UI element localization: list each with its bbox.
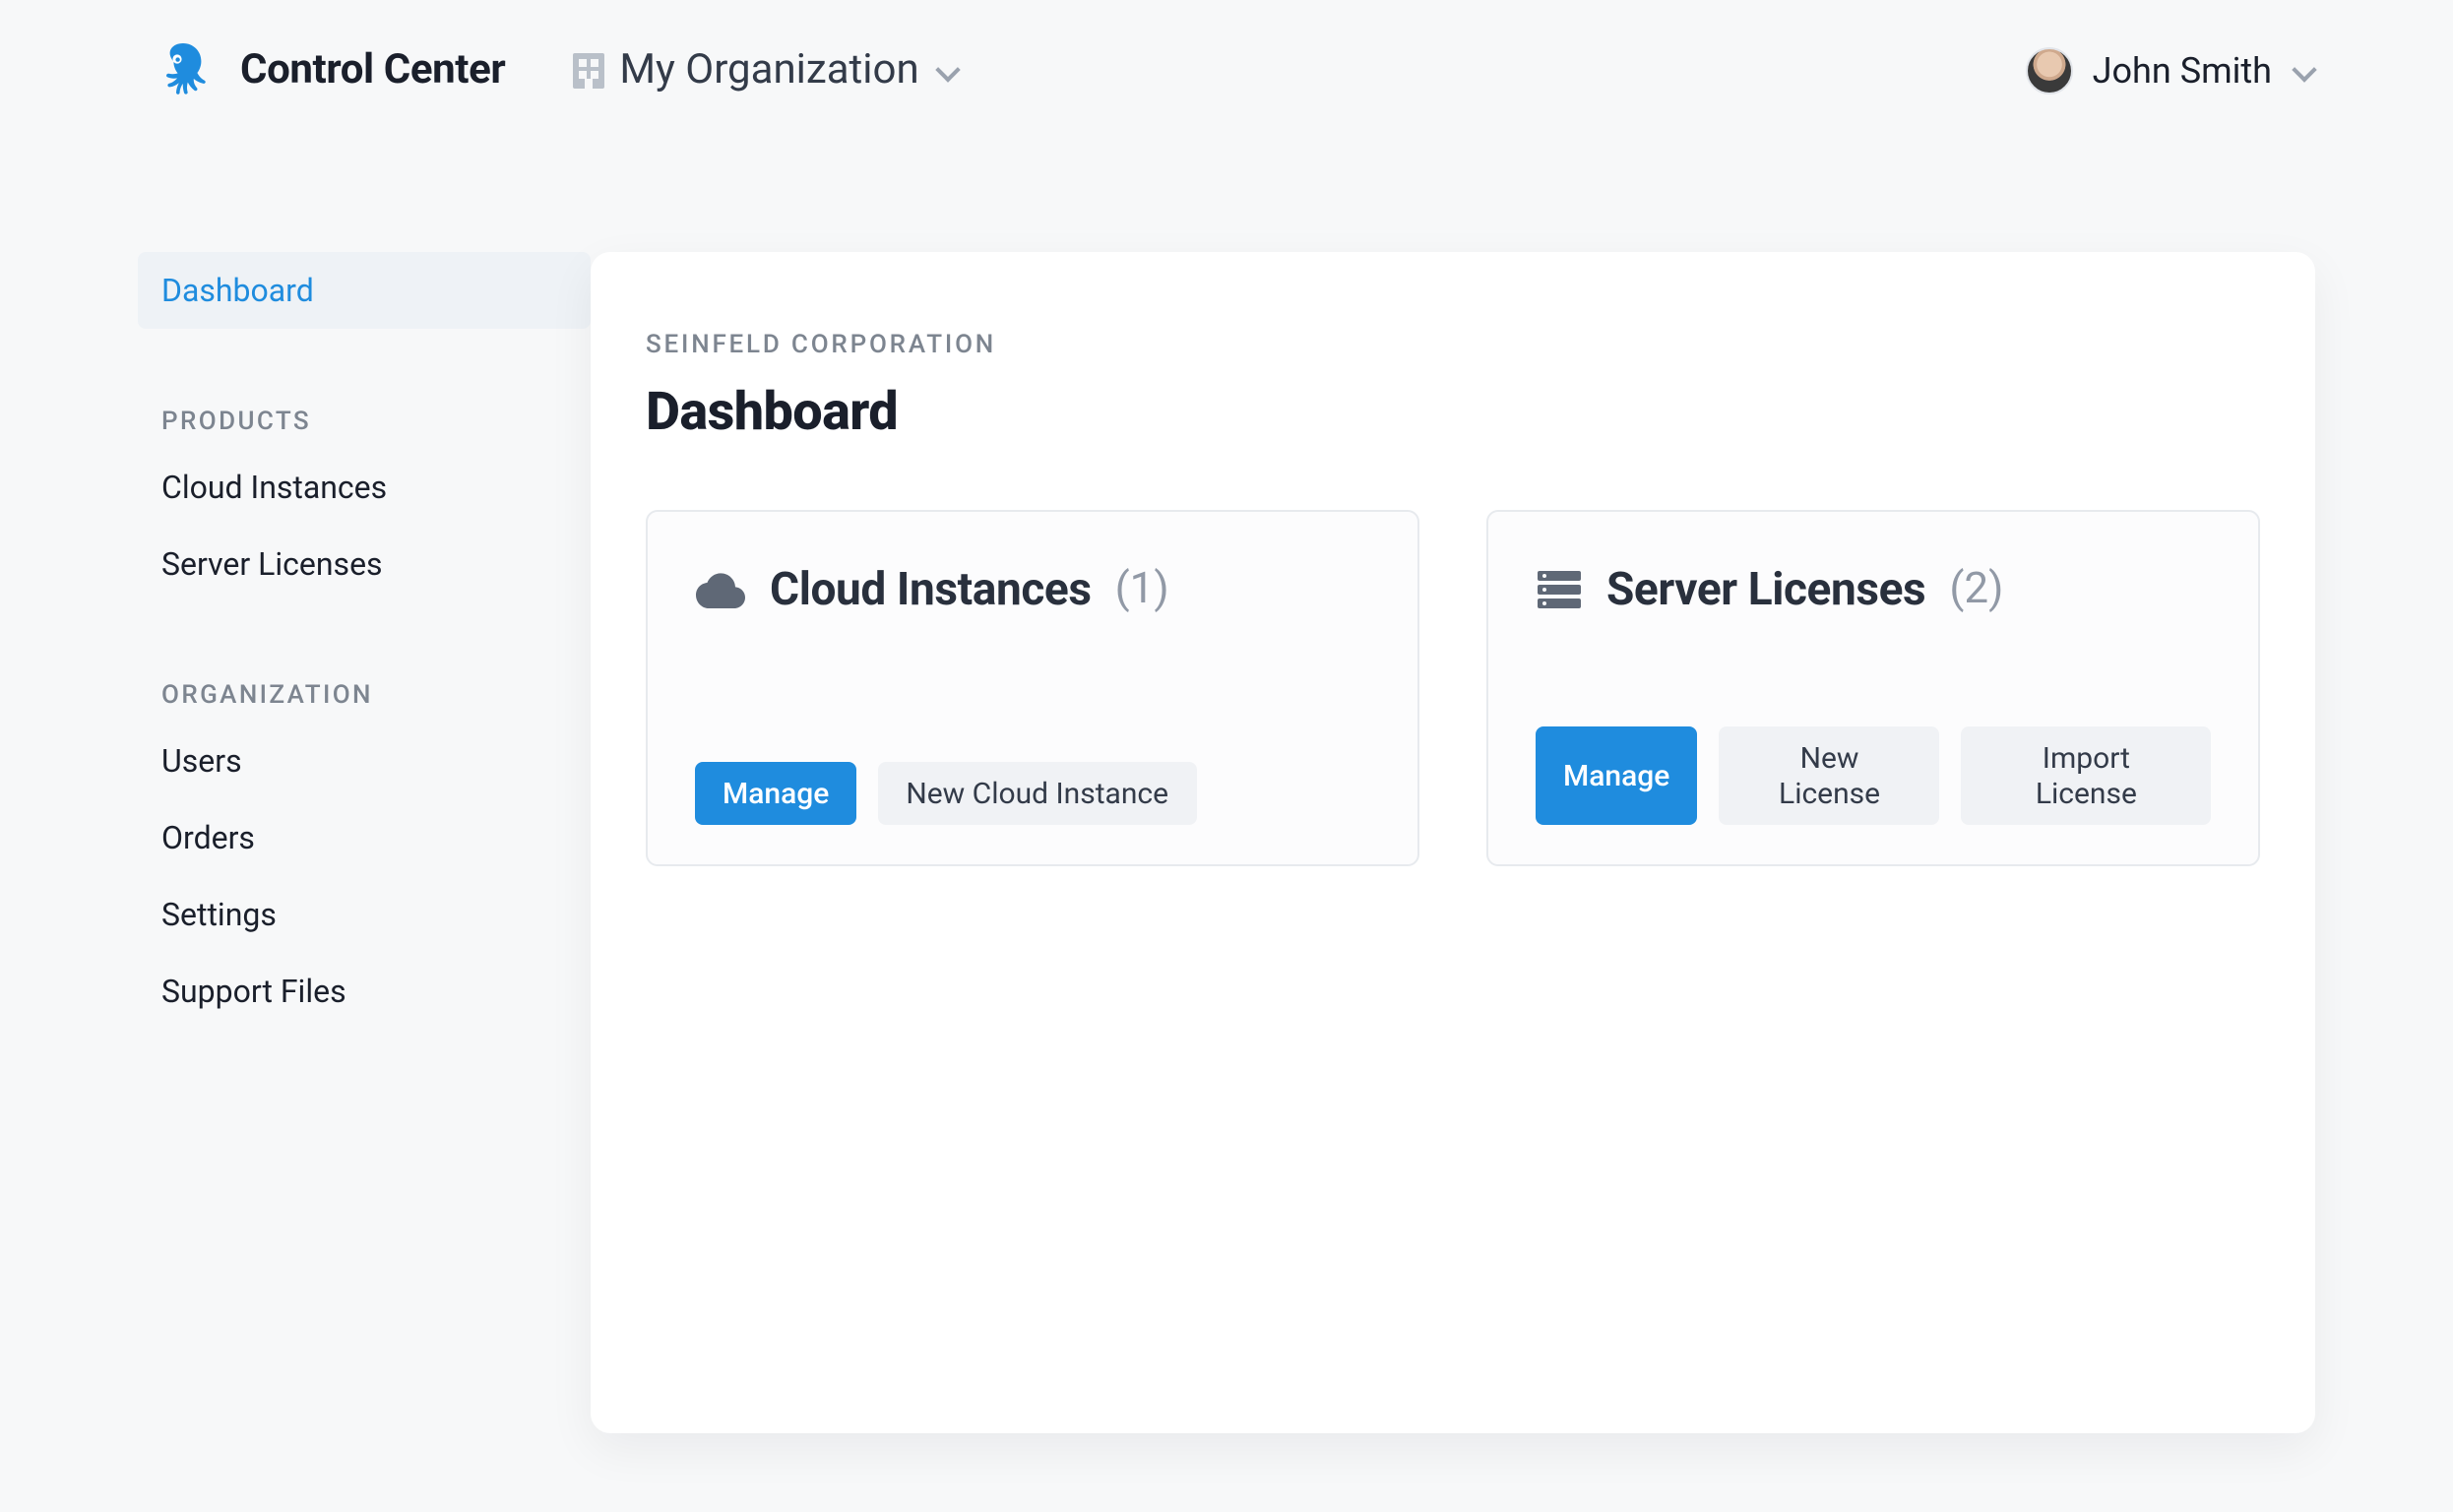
card-actions: Manage New License Import License: [1536, 726, 2211, 825]
server-icon: [1536, 568, 1583, 611]
card-header: Cloud Instances (1): [695, 563, 1370, 616]
sidebar-item-users[interactable]: Users: [138, 723, 591, 799]
org-eyebrow: SEINFELD CORPORATION: [646, 331, 2260, 360]
sidebar-group-organization: ORGANIZATION Users Orders Settings Suppo…: [138, 662, 591, 1030]
chevron-down-icon: [2292, 59, 2315, 83]
sidebar-item-label: Cloud Instances: [161, 469, 387, 506]
sidebar-item-support-files[interactable]: Support Files: [138, 953, 591, 1030]
card-title: Cloud Instances: [770, 563, 1092, 616]
sidebar-heading: ORGANIZATION: [138, 662, 591, 723]
sidebar-item-label: Server Licenses: [161, 545, 383, 583]
sidebar-item-orders[interactable]: Orders: [138, 799, 591, 876]
sidebar-item-label: Support Files: [161, 973, 346, 1010]
chevron-down-icon: [935, 59, 959, 83]
card-count: (2): [1949, 565, 2003, 614]
avatar: [2026, 47, 2073, 94]
cloud-icon: [695, 570, 746, 609]
card-cloud-instances: Cloud Instances (1) Manage New Cloud Ins…: [646, 510, 1419, 866]
sidebar-item-label: Dashboard: [161, 272, 314, 309]
card-title: Server Licenses: [1606, 563, 1925, 616]
page-title: Dashboard: [646, 380, 2260, 443]
building-icon: [572, 53, 603, 89]
sidebar-item-cloud-instances[interactable]: Cloud Instances: [138, 449, 591, 526]
card-server-licenses: Server Licenses (2) Manage New License I…: [1486, 510, 2260, 866]
sidebar-heading: PRODUCTS: [138, 388, 591, 449]
sidebar-item-dashboard[interactable]: Dashboard: [138, 252, 591, 329]
manage-button[interactable]: Manage: [695, 762, 856, 825]
sidebar-item-label: Settings: [161, 896, 277, 933]
brand-title: Control Center: [240, 47, 505, 94]
sidebar-group-products: PRODUCTS Cloud Instances Server Licenses: [138, 388, 591, 602]
sidebar: Dashboard PRODUCTS Cloud Instances Serve…: [138, 142, 591, 1030]
new-cloud-instance-button[interactable]: New Cloud Instance: [878, 762, 1196, 825]
org-switcher-label: My Organization: [619, 47, 918, 94]
sidebar-item-settings[interactable]: Settings: [138, 876, 591, 953]
dashboard-cards: Cloud Instances (1) Manage New Cloud Ins…: [646, 510, 2260, 866]
user-name: John Smith: [2093, 50, 2272, 92]
card-header: Server Licenses (2): [1536, 563, 2211, 616]
sidebar-item-server-licenses[interactable]: Server Licenses: [138, 526, 591, 602]
import-license-button[interactable]: Import License: [1962, 726, 2211, 825]
main-panel: SEINFELD CORPORATION Dashboard Cloud Ins…: [591, 252, 2315, 1433]
octopus-logo-icon: [154, 39, 213, 102]
brand[interactable]: Control Center: [154, 39, 505, 102]
sidebar-item-label: Users: [161, 742, 242, 780]
new-license-button[interactable]: New License: [1719, 726, 1939, 825]
manage-button[interactable]: Manage: [1536, 726, 1697, 825]
user-menu[interactable]: John Smith: [2026, 47, 2315, 94]
sidebar-item-label: Orders: [161, 819, 255, 856]
app-header: Control Center My Organization John Smit…: [0, 0, 2453, 142]
card-actions: Manage New Cloud Instance: [695, 762, 1370, 825]
card-count: (1): [1115, 565, 1169, 614]
org-switcher[interactable]: My Organization: [572, 47, 958, 94]
